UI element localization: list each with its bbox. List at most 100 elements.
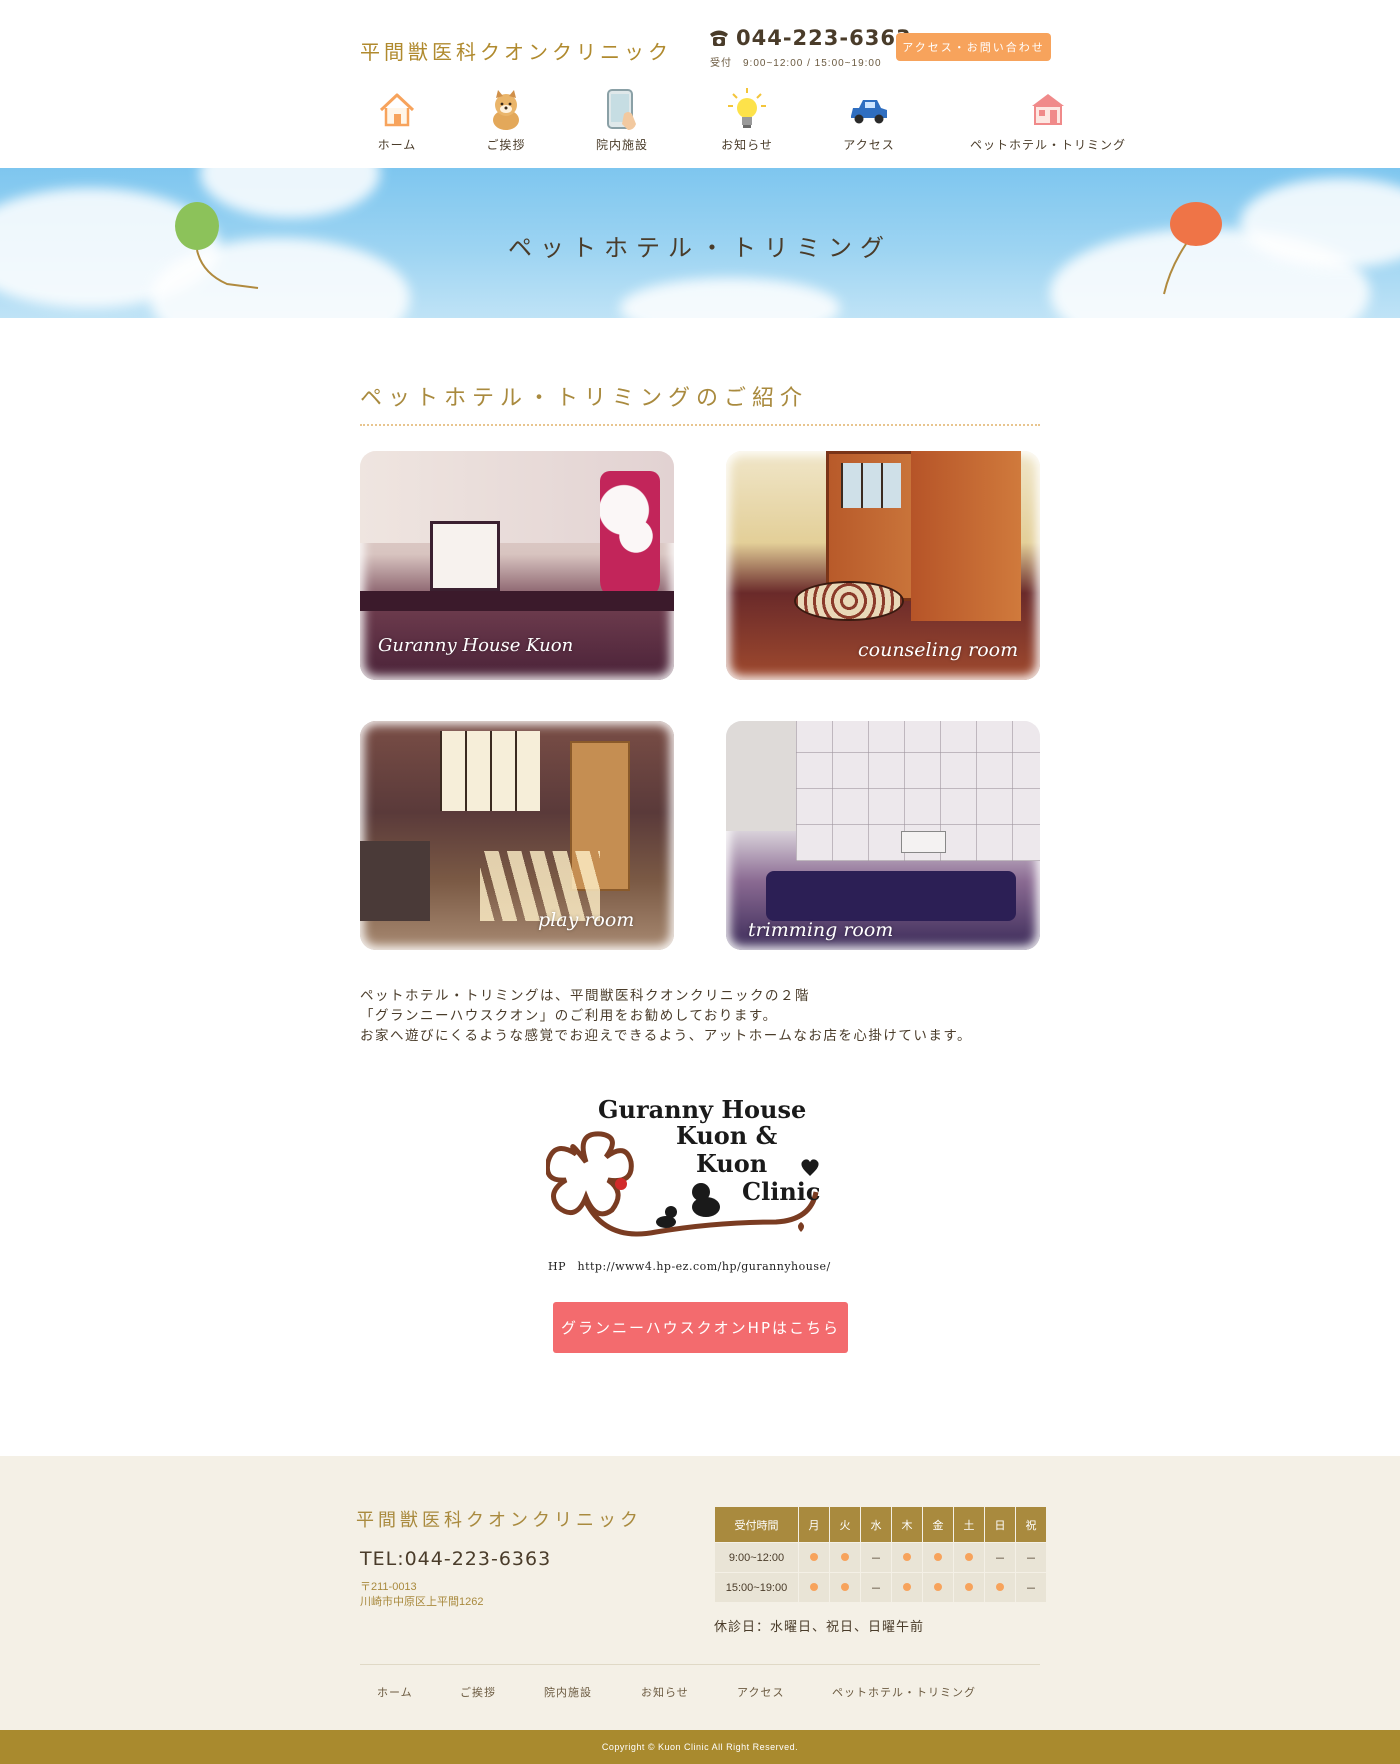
open-dot-icon xyxy=(996,1582,1004,1591)
open-dot-icon xyxy=(903,1582,911,1591)
status-cell xyxy=(953,1572,985,1603)
logo-line: Guranny House xyxy=(598,1095,806,1124)
house-icon xyxy=(375,88,419,132)
footer-nav-home[interactable]: ホーム xyxy=(377,1684,413,1700)
tel-number[interactable]: 044-223-6363 xyxy=(736,26,912,50)
footer-nav-access[interactable]: アクセス xyxy=(737,1684,784,1700)
description-line: ペットホテル・トリミングは、平間獣医科クオンクリニックの２階 xyxy=(360,988,810,1003)
guranny-logo: Guranny House Kuon & Kuon Clinic xyxy=(544,1092,846,1262)
footer-street: 川崎市中原区上平間1262 xyxy=(360,1596,484,1608)
cloud xyxy=(620,278,840,318)
open-dot-icon xyxy=(965,1552,973,1561)
main-nav: ホーム ご挨拶 院内施設 お知らせ アクセス ペットホテル・トリミング xyxy=(0,88,1400,160)
section-title: ペットホテル・トリミングのご紹介 xyxy=(360,386,809,411)
guranny-url[interactable]: HP http://www4.hp-ez.com/hp/gurannyhouse… xyxy=(548,1258,831,1274)
page-hero: ペットホテル・トリミング xyxy=(0,168,1400,318)
shop-icon xyxy=(1026,88,1070,132)
photo-caption: counseling room xyxy=(858,639,1019,661)
hours-table: 受付時間 月 火 水 木 金 土 日 祝 9:00~12:00 － － － 15… xyxy=(714,1506,1047,1603)
description-line: お家へ遊びにくるような感覚でお迎えできるよう、アットホームなお店を心掛けています… xyxy=(360,1028,973,1043)
tablet-icon xyxy=(600,88,644,132)
open-dot-icon xyxy=(841,1582,849,1591)
nav-item-pet-hotel[interactable]: ペットホテル・トリミング xyxy=(963,88,1133,153)
day-header: 火 xyxy=(829,1506,861,1543)
site-logo[interactable]: 平間獣医科クオンクリニック xyxy=(360,36,672,65)
footer-nav-greeting[interactable]: ご挨拶 xyxy=(460,1684,496,1700)
day-header: 金 xyxy=(922,1506,954,1543)
footer-tel[interactable]: TEL:044-223-6363 xyxy=(360,1548,551,1570)
open-dot-icon xyxy=(934,1552,942,1561)
telephone-icon xyxy=(710,30,728,46)
status-cell xyxy=(829,1542,861,1573)
status-cell: － xyxy=(1015,1572,1047,1603)
day-header: 祝 xyxy=(1015,1506,1047,1543)
day-header: 木 xyxy=(891,1506,923,1543)
logo-line: Kuon & xyxy=(676,1121,778,1150)
open-dot-icon xyxy=(965,1582,973,1591)
clover-logo-icon: Guranny House Kuon & Kuon Clinic xyxy=(544,1095,821,1237)
footer-clinic-name: 平間獣医科クオンクリニック xyxy=(356,1510,642,1531)
status-cell: － xyxy=(1015,1542,1047,1573)
hours-header-row: 受付時間 月 火 水 木 金 土 日 祝 xyxy=(714,1506,1047,1543)
nav-label: お知らせ xyxy=(721,138,773,152)
status-cell: － xyxy=(860,1542,892,1573)
copyright: Copyright © Kuon Clinic All Right Reserv… xyxy=(0,1730,1400,1764)
nav-label: ご挨拶 xyxy=(486,138,526,152)
nav-label: アクセス xyxy=(843,138,895,152)
site-footer: 平間獣医科クオンクリニック TEL:044-223-6363 〒211-0013… xyxy=(0,1456,1400,1730)
lightbulb-icon xyxy=(725,88,769,132)
photo-caption: trimming room xyxy=(748,919,894,941)
status-cell xyxy=(798,1542,830,1573)
footer-nav-facility[interactable]: 院内施設 xyxy=(544,1684,592,1700)
photo-counseling-room: counseling room xyxy=(718,443,1048,688)
status-cell xyxy=(922,1542,954,1573)
nav-item-greeting[interactable]: ご挨拶 xyxy=(451,88,561,153)
nav-label: ペットホテル・トリミング xyxy=(969,138,1126,152)
status-cell xyxy=(798,1572,830,1603)
status-cell xyxy=(891,1572,923,1603)
status-cell: － xyxy=(984,1542,1016,1573)
site-header: 平間獣医科クオンクリニック 044-223-6363 受付 9:00~12:00… xyxy=(0,0,1400,168)
open-dot-icon xyxy=(903,1552,911,1561)
nav-item-facility[interactable]: 院内施設 xyxy=(567,88,677,153)
day-header: 月 xyxy=(798,1506,830,1543)
time-slot: 9:00~12:00 xyxy=(714,1542,799,1573)
footer-zip: 〒211-0013 xyxy=(360,1581,417,1593)
logo-line: Clinic xyxy=(742,1177,821,1206)
status-cell xyxy=(829,1572,861,1603)
closed-days: 休診日：水曜日、祝日、日曜午前 xyxy=(714,1619,925,1634)
nav-item-access[interactable]: アクセス xyxy=(814,88,924,153)
hero-title: ペットホテル・トリミング xyxy=(508,234,892,262)
nav-item-home[interactable]: ホーム xyxy=(342,88,452,153)
open-dot-icon xyxy=(810,1552,818,1561)
status-cell xyxy=(922,1572,954,1603)
nav-label: ホーム xyxy=(377,138,417,152)
guranny-house-button[interactable]: グランニーハウスクオンHPはこちら xyxy=(553,1302,848,1353)
description-line: 「グランニーハウスクオン」のご利用をお勧めしております。 xyxy=(360,1008,778,1023)
hours-row: 9:00~12:00 － － － xyxy=(714,1542,1047,1573)
section-divider xyxy=(360,424,1040,426)
status-cell xyxy=(953,1542,985,1573)
hours-row: 15:00~19:00 － － xyxy=(714,1572,1047,1603)
day-header: 土 xyxy=(953,1506,985,1543)
nav-label: 院内施設 xyxy=(595,138,648,152)
time-slot: 15:00~19:00 xyxy=(714,1572,799,1603)
nav-item-news[interactable]: お知らせ xyxy=(692,88,802,153)
contact-button[interactable]: アクセス・お問い合わせ xyxy=(896,33,1051,61)
day-header: 日 xyxy=(984,1506,1016,1543)
open-dot-icon xyxy=(841,1552,849,1561)
dog-icon xyxy=(484,88,528,132)
footer-address: 〒211-0013 川崎市中原区上平間1262 xyxy=(360,1580,483,1610)
footer-nav-pet-hotel[interactable]: ペットホテル・トリミング xyxy=(832,1684,976,1700)
tel-hours: 受付 9:00~12:00 / 15:00~19:00 xyxy=(710,58,882,69)
description: ペットホテル・トリミングは、平間獣医科クオンクリニックの２階 「グランニーハウス… xyxy=(360,986,972,1046)
status-cell xyxy=(891,1542,923,1573)
open-dot-icon xyxy=(934,1582,942,1591)
photo-reception: Guranny House Kuon xyxy=(352,443,682,688)
photo-caption: Guranny House Kuon xyxy=(378,635,574,656)
photo-play-room: play room xyxy=(352,713,682,958)
footer-nav-news[interactable]: お知らせ xyxy=(641,1684,689,1700)
photo-caption: play room xyxy=(538,909,635,931)
car-icon xyxy=(847,88,891,132)
logo-line: Kuon xyxy=(696,1149,767,1178)
